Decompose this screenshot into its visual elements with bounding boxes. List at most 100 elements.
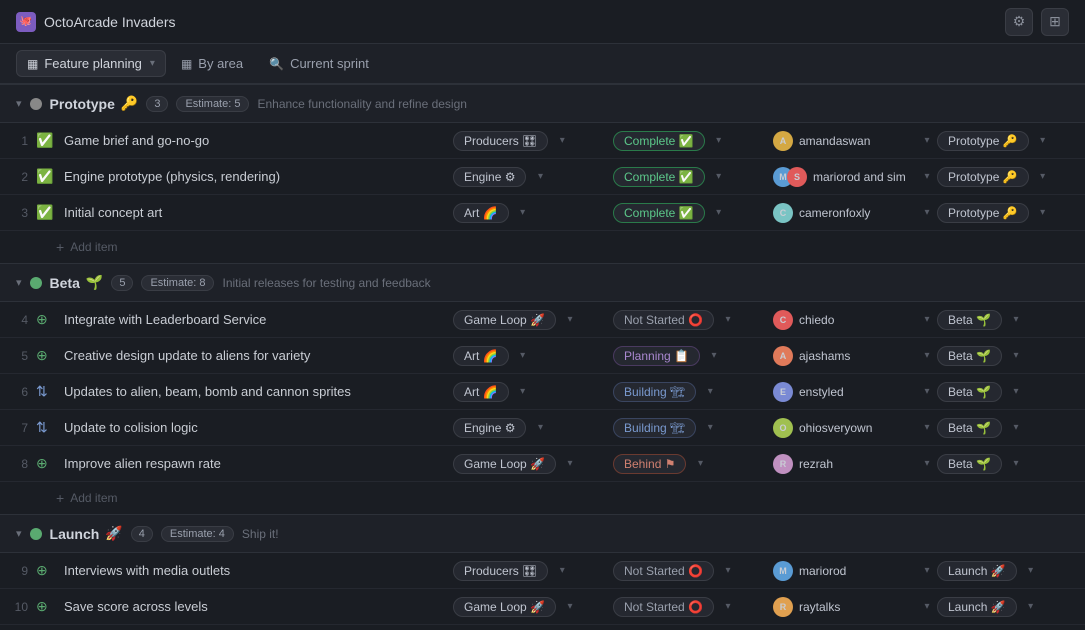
status-pill-4[interactable]: Not Started ⭕ bbox=[613, 310, 714, 330]
area-pill-6[interactable]: Art 🌈 bbox=[453, 382, 509, 402]
area-pill-1[interactable]: Producers 🎛 bbox=[453, 131, 548, 151]
milestone-dropdown-5[interactable]: ▾ bbox=[1006, 342, 1026, 370]
area-pill-2[interactable]: Engine ⚙ bbox=[453, 167, 526, 187]
status-pill-5[interactable]: Planning 📋 bbox=[613, 346, 700, 366]
row-title-4[interactable]: Integrate with Leaderboard Service bbox=[56, 312, 453, 327]
tab-by-area[interactable]: ▦ By area bbox=[170, 50, 254, 77]
milestone-dropdown-2[interactable]: ▾ bbox=[1033, 163, 1053, 191]
status-dropdown-5[interactable]: ▾ bbox=[704, 342, 724, 370]
milestone-pill-8[interactable]: Beta 🌱 bbox=[937, 454, 1002, 474]
assignee-dropdown-8[interactable]: ▾ bbox=[917, 450, 937, 478]
status-pill-6[interactable]: Building 🏗 bbox=[613, 382, 696, 402]
assignee-dropdown-4[interactable]: ▾ bbox=[917, 306, 937, 334]
milestone-dropdown-8[interactable]: ▾ bbox=[1006, 450, 1026, 478]
row-title-2[interactable]: Engine prototype (physics, rendering) bbox=[56, 169, 453, 184]
collapse-prototype[interactable]: ▾ bbox=[16, 97, 22, 110]
assignee-dropdown-10[interactable]: ▾ bbox=[917, 593, 937, 621]
area-pill-9[interactable]: Producers 🎛 bbox=[453, 561, 548, 581]
status-field-7: Building 🏗 ▾ bbox=[613, 414, 773, 442]
status-dropdown-8[interactable]: ▾ bbox=[690, 450, 710, 478]
tab-current-sprint[interactable]: 🔍 Current sprint bbox=[258, 50, 380, 77]
milestone-dropdown-9[interactable]: ▾ bbox=[1021, 557, 1041, 585]
row-title-5[interactable]: Creative design update to aliens for var… bbox=[56, 348, 453, 363]
status-dropdown-7[interactable]: ▾ bbox=[700, 414, 720, 442]
status-pill-9[interactable]: Not Started ⭕ bbox=[613, 561, 714, 581]
assignee-dropdown-1[interactable]: ▾ bbox=[917, 127, 937, 155]
milestone-dropdown-7[interactable]: ▾ bbox=[1006, 414, 1026, 442]
status-field-3: Complete ✅ ▾ bbox=[613, 199, 773, 227]
milestone-dropdown-3[interactable]: ▾ bbox=[1033, 199, 1053, 227]
milestone-pill-2[interactable]: Prototype 🔑 bbox=[937, 167, 1029, 187]
status-dropdown-10[interactable]: ▾ bbox=[718, 593, 738, 621]
milestone-dropdown-10[interactable]: ▾ bbox=[1021, 593, 1041, 621]
collapse-beta[interactable]: ▾ bbox=[16, 276, 22, 289]
area-pill-10[interactable]: Game Loop 🚀 bbox=[453, 597, 556, 617]
milestone-pill-7[interactable]: Beta 🌱 bbox=[937, 418, 1002, 438]
assignee-dropdown-5[interactable]: ▾ bbox=[917, 342, 937, 370]
app-container: 🐙 OctoArcade Invaders ⚙ ⊞ ▦ Feature plan… bbox=[0, 0, 1085, 630]
status-dropdown-2[interactable]: ▾ bbox=[709, 163, 729, 191]
status-pill-2[interactable]: Complete ✅ bbox=[613, 167, 705, 187]
area-dropdown-7[interactable]: ▾ bbox=[530, 414, 550, 442]
milestone-pill-10[interactable]: Launch 🚀 bbox=[937, 597, 1017, 617]
layout-button[interactable]: ⊞ bbox=[1041, 8, 1069, 36]
milestone-pill-9[interactable]: Launch 🚀 bbox=[937, 561, 1017, 581]
assignee-dropdown-9[interactable]: ▾ bbox=[917, 557, 937, 585]
add-item-beta[interactable]: + Add item bbox=[0, 482, 1085, 514]
area-dropdown-9[interactable]: ▾ bbox=[552, 557, 572, 585]
assignee-dropdown-3[interactable]: ▾ bbox=[917, 199, 937, 227]
app-header: 🐙 OctoArcade Invaders ⚙ ⊞ bbox=[0, 0, 1085, 44]
area-dropdown-4[interactable]: ▾ bbox=[560, 306, 580, 334]
status-pill-7[interactable]: Building 🏗 bbox=[613, 418, 696, 438]
row-title-7[interactable]: Update to colision logic bbox=[56, 420, 453, 435]
area-dropdown-1[interactable]: ▾ bbox=[552, 127, 572, 155]
milestone-pill-6[interactable]: Beta 🌱 bbox=[937, 382, 1002, 402]
collapse-launch[interactable]: ▾ bbox=[16, 527, 22, 540]
area-dropdown-8[interactable]: ▾ bbox=[560, 450, 580, 478]
row-title-9[interactable]: Interviews with media outlets bbox=[56, 563, 453, 578]
row-title-8[interactable]: Improve alien respawn rate bbox=[56, 456, 453, 471]
milestone-dropdown-4[interactable]: ▾ bbox=[1006, 306, 1026, 334]
group-launch: ▾ Launch 🚀 4 Estimate: 4 Ship it! 9 ⊕ In… bbox=[0, 514, 1085, 630]
area-pill-5[interactable]: Art 🌈 bbox=[453, 346, 509, 366]
area-dropdown-3[interactable]: ▾ bbox=[513, 199, 533, 227]
settings-button[interactable]: ⚙ bbox=[1005, 8, 1033, 36]
row-title-3[interactable]: Initial concept art bbox=[56, 205, 453, 220]
milestone-pill-1[interactable]: Prototype 🔑 bbox=[937, 131, 1029, 151]
milestone-dropdown-6[interactable]: ▾ bbox=[1006, 378, 1026, 406]
status-dropdown-1[interactable]: ▾ bbox=[709, 127, 729, 155]
milestone-pill-5[interactable]: Beta 🌱 bbox=[937, 346, 1002, 366]
milestone-pill-3[interactable]: Prototype 🔑 bbox=[937, 203, 1029, 223]
row-num-5: 5 bbox=[8, 349, 36, 363]
area-pill-7[interactable]: Engine ⚙ bbox=[453, 418, 526, 438]
milestone-pill-4[interactable]: Beta 🌱 bbox=[937, 310, 1002, 330]
row-title-1[interactable]: Game brief and go-no-go bbox=[56, 133, 453, 148]
assignee-dropdown-2[interactable]: ▾ bbox=[917, 163, 937, 191]
status-pill-1[interactable]: Complete ✅ bbox=[613, 131, 705, 151]
area-dropdown-2[interactable]: ▾ bbox=[530, 163, 550, 191]
table-row: 10 ⊕ Save score across levels Game Loop … bbox=[0, 589, 1085, 625]
status-dropdown-4[interactable]: ▾ bbox=[718, 306, 738, 334]
add-item-prototype[interactable]: + Add item bbox=[0, 231, 1085, 263]
area-pill-8[interactable]: Game Loop 🚀 bbox=[453, 454, 556, 474]
area-pill-3[interactable]: Art 🌈 bbox=[453, 203, 509, 223]
area-field-10: Game Loop 🚀 ▾ bbox=[453, 593, 613, 621]
row-title-10[interactable]: Save score across levels bbox=[56, 599, 453, 614]
milestone-dropdown-1[interactable]: ▾ bbox=[1033, 127, 1053, 155]
tab-feature-planning[interactable]: ▦ Feature planning ▾ bbox=[16, 50, 166, 77]
plus-icon-beta: + bbox=[56, 490, 64, 506]
area-dropdown-10[interactable]: ▾ bbox=[560, 593, 580, 621]
status-pill-10[interactable]: Not Started ⭕ bbox=[613, 597, 714, 617]
area-dropdown-6[interactable]: ▾ bbox=[513, 378, 533, 406]
status-dropdown-3[interactable]: ▾ bbox=[709, 199, 729, 227]
status-dropdown-9[interactable]: ▾ bbox=[718, 557, 738, 585]
status-dropdown-6[interactable]: ▾ bbox=[700, 378, 720, 406]
assignee-dropdown-7[interactable]: ▾ bbox=[917, 414, 937, 442]
assignee-dropdown-6[interactable]: ▾ bbox=[917, 378, 937, 406]
table-row: 11 ⊕ Hero site - Developement Website 💎 … bbox=[0, 625, 1085, 630]
status-pill-3[interactable]: Complete ✅ bbox=[613, 203, 705, 223]
area-dropdown-5[interactable]: ▾ bbox=[513, 342, 533, 370]
status-pill-8[interactable]: Behind ⚑ bbox=[613, 454, 686, 474]
row-title-6[interactable]: Updates to alien, beam, bomb and cannon … bbox=[56, 384, 453, 399]
area-pill-4[interactable]: Game Loop 🚀 bbox=[453, 310, 556, 330]
